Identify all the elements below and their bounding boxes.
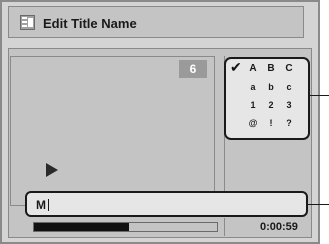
- char-key[interactable]: A: [245, 63, 261, 74]
- char-key[interactable]: 3: [281, 100, 297, 110]
- char-key[interactable]: ?: [281, 118, 297, 128]
- char-key[interactable]: a: [245, 82, 261, 92]
- character-selector[interactable]: ✔ A B C a b c 1 2 3 @ ! ?: [224, 57, 310, 140]
- char-row-upper: A B C: [226, 63, 312, 79]
- char-row-lower: a b c: [226, 82, 312, 98]
- play-icon: [46, 163, 58, 177]
- char-key[interactable]: C: [281, 63, 297, 74]
- char-key[interactable]: 1: [245, 100, 261, 110]
- title-edit-icon: [20, 15, 35, 30]
- page-title: Edit Title Name: [43, 16, 137, 31]
- title-bar: Edit Title Name: [8, 6, 304, 38]
- char-key[interactable]: B: [263, 63, 279, 74]
- page-number-badge: 6: [179, 60, 207, 78]
- char-key[interactable]: b: [263, 82, 279, 92]
- char-key[interactable]: 2: [263, 100, 279, 110]
- elapsed-time: 0:00:59: [260, 221, 298, 233]
- text-cursor: [48, 199, 49, 211]
- title-name-input[interactable]: M: [25, 191, 308, 217]
- char-key[interactable]: c: [281, 82, 297, 92]
- callout-line-input: [308, 204, 329, 205]
- preview-pane: [10, 56, 215, 206]
- char-key[interactable]: !: [263, 118, 279, 128]
- input-value: M: [36, 198, 49, 212]
- char-row-symbols: @ ! ?: [226, 118, 312, 134]
- char-row-digits: 1 2 3: [226, 100, 312, 116]
- progress-fill: [34, 223, 130, 231]
- progress-bar: [33, 222, 218, 232]
- callout-line-char-panel: [310, 95, 329, 96]
- char-key[interactable]: @: [245, 118, 261, 128]
